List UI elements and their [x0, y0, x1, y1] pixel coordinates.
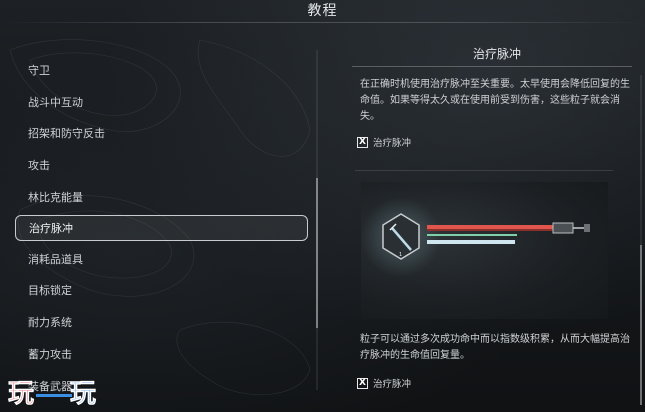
list-item-charged-attack[interactable]: 蓄力攻击 [15, 341, 308, 367]
panel-title-divider [352, 66, 632, 67]
list-item-stamina[interactable]: 耐力系统 [15, 309, 308, 335]
x-button-icon: X [357, 377, 368, 389]
health-bar-shadow [427, 229, 553, 231]
stamina-bar [427, 240, 515, 244]
list-item-label: 林比克能量 [28, 191, 83, 204]
list-item-attack[interactable]: 攻击 [15, 152, 308, 178]
description-paragraph-1: 在正确时机使用治疗脉冲至关重要。太早使用会降低回复的生命值。如果等得太久或在使用… [360, 79, 630, 122]
svg-text:玩: 玩 [8, 379, 34, 409]
list-item-label: 目标锁定 [28, 284, 72, 297]
tag-label: 治疗脉冲 [373, 138, 412, 149]
emblem-counter: 1 [399, 252, 402, 258]
svg-text:玩: 玩 [70, 379, 96, 409]
list-item-label: 蓄力攻击 [28, 348, 72, 361]
heal-indicator-bar [427, 234, 517, 236]
list-item-label: 治疗脉冲 [29, 222, 73, 235]
list-item-label: 消耗品道具 [28, 253, 83, 266]
panel-scrollbar-thumb[interactable] [640, 245, 642, 405]
site-watermark-logo: 玩 玩 [8, 379, 96, 410]
tag-healing-pulse-1: X 治疗脉冲 [357, 135, 411, 149]
list-item-label: 耐力系统 [28, 316, 72, 329]
panel-title: 治疗脉冲 [472, 47, 521, 61]
syringe-icon [552, 222, 574, 234]
list-item-parry-counter[interactable]: 招架和防守反击 [15, 120, 308, 146]
page-title: 教程 [307, 3, 338, 19]
tutorial-screen: 教程 守卫 战斗中互动 招架和防守反击 攻击 林比克能量 治疗脉冲 消耗品道具 … [0, 0, 645, 412]
list-item-combat-interaction[interactable]: 战斗中互动 [15, 89, 308, 115]
tag-label: 治疗脉冲 [373, 379, 412, 390]
health-bar [427, 225, 553, 229]
list-item-label: 战斗中互动 [28, 96, 83, 109]
healing-pulse-hud-illustration: 1 [361, 197, 590, 277]
list-item-label: 招架和防守反击 [28, 127, 105, 140]
list-scrollbar-thumb[interactable] [316, 178, 318, 328]
list-item-consumables[interactable]: 消耗品道具 [15, 246, 308, 272]
header-divider [0, 22, 645, 23]
list-item-guard[interactable]: 守卫 [15, 57, 308, 83]
x-button-icon: X [357, 136, 368, 148]
section-divider [355, 170, 613, 171]
description-paragraph-2: 粒子可以通过多次成功命中而以指数级积累，从而大幅提高治疗脉冲的生命值回复量。 [360, 334, 630, 361]
list-item-limbic-energy[interactable]: 林比克能量 [15, 184, 308, 210]
list-item-label: 攻击 [28, 159, 50, 172]
list-item-target-lock[interactable]: 目标锁定 [15, 277, 308, 303]
tag-healing-pulse-2: X 治疗脉冲 [357, 376, 411, 390]
tutorial-video: 1 [361, 182, 608, 319]
list-item-healing-pulse[interactable]: 治疗脉冲 [15, 215, 308, 241]
list-item-label: 守卫 [28, 64, 50, 77]
